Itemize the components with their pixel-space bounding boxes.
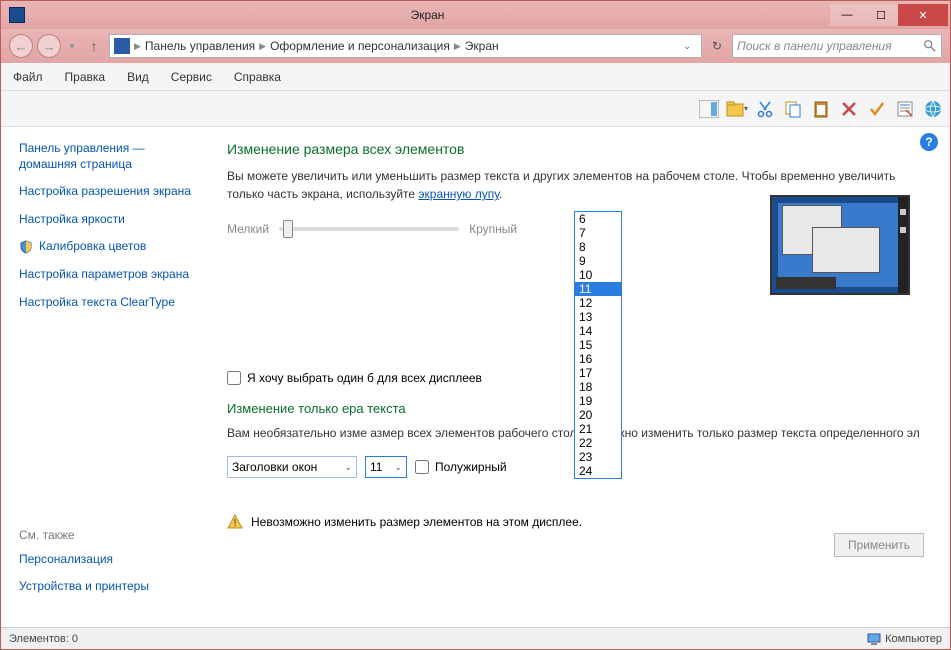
monitor-icon (114, 38, 130, 54)
dropdown-option[interactable]: 12 (575, 296, 621, 310)
toolbar: ▾ (1, 91, 950, 127)
apply-button[interactable]: Применить (834, 533, 924, 557)
status-left: Элементов: 0 (9, 633, 78, 645)
forward-button[interactable]: → (37, 34, 61, 58)
search-icon (923, 39, 937, 53)
breadcrumb-item[interactable]: Оформление и персонализация (270, 39, 450, 53)
statusbar: Элементов: 0 Компьютер (1, 627, 950, 649)
search-placeholder: Поиск в панели управления (737, 39, 892, 53)
up-button[interactable]: ↑ (83, 35, 105, 57)
sidebar-home-link[interactable]: Панель управления — домашняя страница (19, 141, 201, 172)
warning-icon: ! (227, 514, 243, 530)
size-slider[interactable] (279, 217, 459, 241)
warning-text: Невозможно изменить размер элементов на … (251, 515, 582, 529)
size-value: 11 (370, 460, 382, 474)
window-title: Экран (25, 8, 830, 22)
minimize-button[interactable]: — (830, 4, 864, 26)
sidebar-cleartype-link[interactable]: Настройка текста ClearType (19, 295, 201, 311)
bold-checkbox[interactable] (415, 460, 429, 474)
dropdown-option[interactable]: 17 (575, 366, 621, 380)
sidebar: Панель управления — домашняя страница На… (1, 127, 211, 627)
preview-image (770, 195, 910, 295)
breadcrumb-item[interactable]: Панель управления (145, 39, 255, 53)
properties-icon[interactable] (894, 98, 916, 120)
size-dropdown-list[interactable]: 6789101112131415161718192021222324 (574, 211, 622, 479)
delete-icon[interactable] (838, 98, 860, 120)
nav-bar: ← → ▾ ↑ ▶ Панель управления ▶ Оформление… (1, 29, 950, 63)
slider-min-label: Мелкий (227, 222, 269, 236)
dropdown-option[interactable]: 23 (575, 450, 621, 464)
menu-edit[interactable]: Правка (61, 68, 110, 86)
copy-icon[interactable] (782, 98, 804, 120)
chevron-down-icon: ⌄ (390, 462, 402, 473)
globe-icon[interactable] (922, 98, 944, 120)
search-input[interactable]: Поиск в панели управления (732, 34, 942, 58)
slider-thumb[interactable] (283, 220, 293, 238)
close-button[interactable]: ✕ (898, 4, 948, 26)
chevron-down-icon: ⌄ (340, 462, 352, 473)
breadcrumb[interactable]: ▶ Панель управления ▶ Оформление и персо… (109, 34, 702, 58)
dropdown-option[interactable]: 11 (575, 282, 621, 296)
magnifier-link[interactable]: экранную лупу (418, 187, 499, 201)
dropdown-option[interactable]: 21 (575, 422, 621, 436)
menu-view[interactable]: Вид (123, 68, 153, 86)
titlebar: Экран — ☐ ✕ (1, 1, 950, 29)
slider-max-label: Крупный (469, 222, 517, 236)
sidebar-params-link[interactable]: Настройка параметров экрана (19, 267, 201, 283)
svg-text:!: ! (234, 518, 237, 529)
bold-label: Полужирный (435, 460, 507, 474)
dropdown-option[interactable]: 8 (575, 240, 621, 254)
dropdown-option[interactable]: 6 (575, 212, 621, 226)
refresh-button[interactable]: ↻ (706, 39, 728, 53)
menubar: Файл Правка Вид Сервис Справка (1, 63, 950, 91)
sidebar-brightness-link[interactable]: Настройка яркости (19, 212, 201, 228)
sidebar-personalization-link[interactable]: Персонализация (19, 552, 149, 568)
dropdown-option[interactable]: 18 (575, 380, 621, 394)
folder-icon[interactable]: ▾ (726, 98, 748, 120)
checkmark-icon[interactable] (866, 98, 888, 120)
preview-pane-icon[interactable] (698, 98, 720, 120)
help-icon[interactable]: ? (920, 133, 938, 151)
scissors-icon[interactable] (754, 98, 776, 120)
dropdown-option[interactable]: 24 (575, 464, 621, 478)
dropdown-option[interactable]: 9 (575, 254, 621, 268)
one-scale-label: Я хочу выбрать один б для всех дисплеев (247, 371, 482, 385)
sidebar-calibration-link[interactable]: Калибровка цветов (19, 239, 201, 255)
dropdown-option[interactable]: 16 (575, 352, 621, 366)
shield-icon (19, 240, 33, 254)
dropdown-option[interactable]: 10 (575, 268, 621, 282)
size-combo[interactable]: 11 ⌄ (365, 456, 407, 478)
maximize-button[interactable]: ☐ (864, 4, 898, 26)
back-button[interactable]: ← (9, 34, 33, 58)
dropdown-option[interactable]: 7 (575, 226, 621, 240)
main-panel: ? Изменение размера всех элементов Вы мо… (211, 127, 950, 627)
status-right: Компьютер (885, 633, 942, 645)
history-dropdown[interactable]: ▾ (65, 34, 79, 58)
menu-tools[interactable]: Сервис (167, 68, 216, 86)
app-icon (9, 7, 25, 23)
menu-help[interactable]: Справка (230, 68, 285, 86)
sidebar-resolution-link[interactable]: Настройка разрешения экрана (19, 184, 201, 200)
bold-checkbox-row[interactable]: Полужирный (415, 460, 507, 474)
see-also-label: См. также (19, 528, 149, 542)
dropdown-option[interactable]: 13 (575, 310, 621, 324)
breadcrumb-item[interactable]: Экран (465, 39, 499, 53)
dropdown-option[interactable]: 20 (575, 408, 621, 422)
dropdown-option[interactable]: 19 (575, 394, 621, 408)
computer-icon (867, 632, 881, 646)
dropdown-option[interactable]: 15 (575, 338, 621, 352)
one-scale-checkbox[interactable] (227, 371, 241, 385)
paste-icon[interactable] (810, 98, 832, 120)
menu-file[interactable]: Файл (9, 68, 47, 86)
category-combo[interactable]: Заголовки окон ⌄ (227, 456, 357, 478)
dropdown-option[interactable]: 14 (575, 324, 621, 338)
category-value: Заголовки окон (232, 460, 317, 474)
dropdown-option[interactable]: 22 (575, 436, 621, 450)
heading-resize-all: Изменение размера всех элементов (227, 141, 928, 157)
sidebar-devices-link[interactable]: Устройства и принтеры (19, 579, 149, 595)
